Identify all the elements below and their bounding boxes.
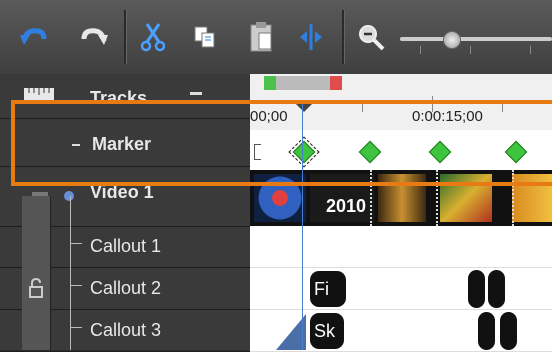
toolbar-separator — [342, 10, 345, 64]
tree-line — [70, 285, 82, 286]
highlight-box — [11, 100, 552, 186]
callout-clip[interactable]: Fi — [310, 271, 346, 307]
callout-track-label: Callout 3 — [90, 320, 162, 340]
callout-clip[interactable] — [478, 312, 495, 350]
zoom-tick — [530, 46, 531, 54]
copy-icon[interactable] — [190, 20, 220, 54]
callout-clip[interactable]: Sk — [310, 313, 344, 349]
zoom-slider-track[interactable] — [400, 37, 552, 41]
zoom-out-icon[interactable] — [356, 20, 386, 54]
callout-clip[interactable] — [500, 312, 517, 350]
play-range-handle[interactable] — [264, 76, 342, 90]
callout-lane[interactable] — [250, 226, 552, 268]
toolbar — [0, 0, 552, 75]
redo-icon[interactable] — [78, 20, 108, 54]
callout-clip[interactable] — [488, 270, 505, 308]
callout-track-label: Callout 1 — [90, 236, 162, 256]
tree-line — [70, 243, 82, 244]
lock-icon[interactable] — [28, 278, 44, 298]
tree-line — [70, 327, 82, 328]
toolbar-separator — [124, 10, 127, 64]
callout-lane[interactable]: Fi — [250, 268, 552, 310]
paste-icon[interactable] — [246, 20, 276, 54]
track-lock-column — [22, 196, 51, 350]
cut-icon[interactable] — [138, 20, 168, 54]
split-icon[interactable] — [296, 20, 326, 54]
callout-track-label: Callout 2 — [90, 278, 162, 298]
range-end-marker[interactable] — [330, 76, 342, 90]
callout-lane[interactable]: Sk — [250, 310, 552, 352]
video-node-icon — [64, 191, 74, 201]
zoom-tick — [420, 46, 421, 54]
tracks-collapse-icon[interactable] — [190, 92, 202, 95]
video-overlay-text: 2010 — [326, 196, 367, 216]
callout-clip[interactable] — [468, 270, 485, 308]
range-start-marker[interactable] — [264, 76, 276, 90]
zoom-slider-knob[interactable] — [443, 31, 461, 49]
undo-icon[interactable] — [20, 20, 50, 54]
zoom-tick — [470, 46, 471, 54]
